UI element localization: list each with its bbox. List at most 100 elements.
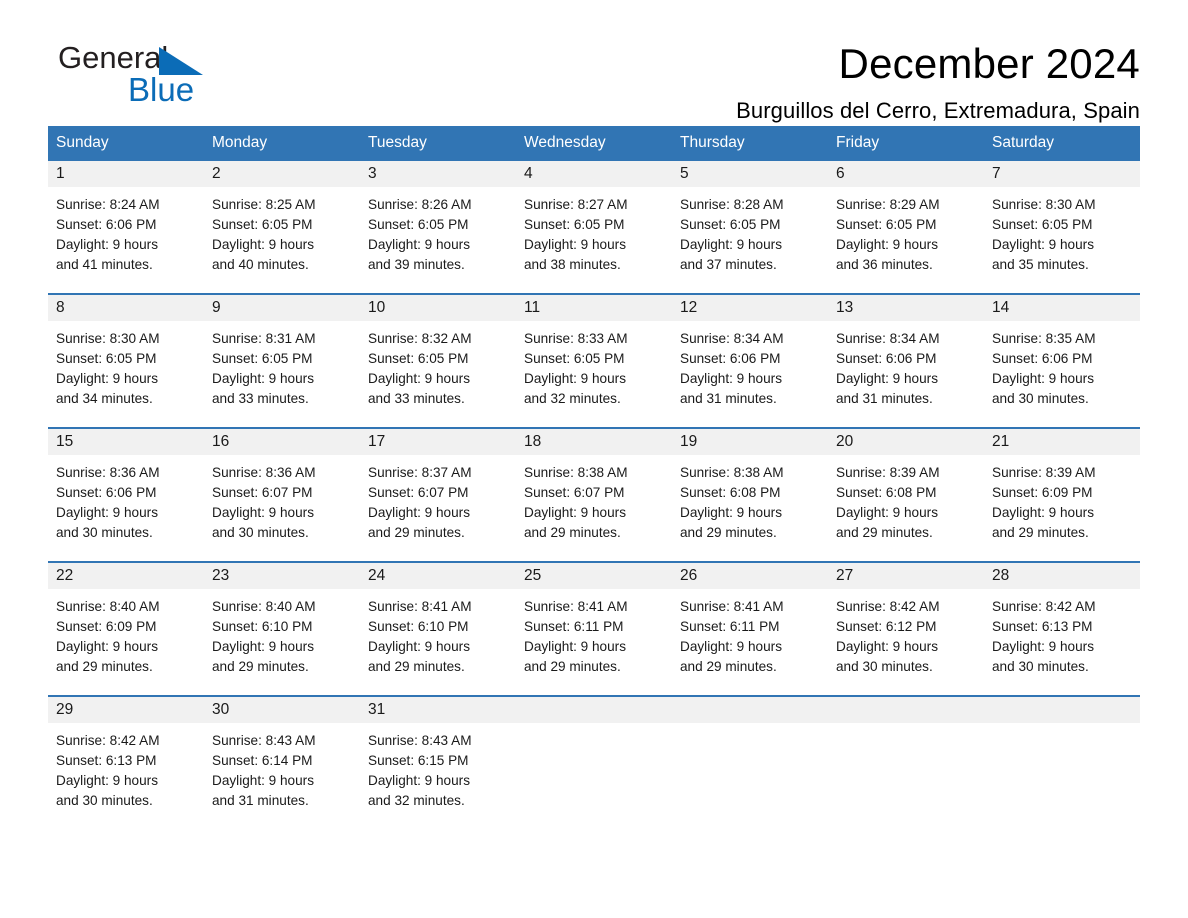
- sunrise-text: Sunrise: 8:33 AM: [524, 331, 628, 346]
- calendar-day-cell[interactable]: 4 Sunrise: 8:27 AM Sunset: 6:05 PM Daylight…: [516, 161, 672, 294]
- calendar-day-cell[interactable]: 9 Sunrise: 8:31 AM Sunset: 6:05 PM Daylight…: [204, 293, 360, 428]
- calendar-day-cell[interactable]: 24 Sunrise: 8:41 AM Sunset: 6:10 PM Dayligh…: [360, 561, 516, 696]
- sunrise-text: Sunrise: 8:24 AM: [56, 197, 160, 212]
- calendar-day-cell[interactable]: 3 Sunrise: 8:26 AM Sunset: 6:05 PM Daylight…: [360, 161, 516, 294]
- daylight-line1-text: Daylight: 9 hours: [368, 773, 471, 788]
- sunset-text: Sunset: 6:06 PM: [836, 351, 937, 366]
- calendar-day-cell[interactable]: 15 Sunrise: 8:36 AM Sunset: 6:06 PM Dayligh…: [48, 427, 204, 562]
- sunrise-text: Sunrise: 8:41 AM: [524, 599, 628, 614]
- calendar-day-cell[interactable]: 30 Sunrise: 8:43 AM Sunset: 6:14 PM Dayligh…: [204, 695, 360, 829]
- day-details: Sunrise: 8:29 AM Sunset: 6:05 PM Daylight:…: [828, 187, 984, 293]
- day-number: 1: [48, 161, 204, 187]
- calendar-day-cell[interactable]: 25 Sunrise: 8:41 AM Sunset: 6:11 PM Dayligh…: [516, 561, 672, 696]
- sunset-text: Sunset: 6:07 PM: [212, 485, 313, 500]
- day-details: Sunrise: 8:38 AM Sunset: 6:07 PM Daylight:…: [516, 455, 672, 561]
- sunrise-text: Sunrise: 8:42 AM: [992, 599, 1096, 614]
- general-blue-logo[interactable]: General Blue: [58, 42, 358, 118]
- day-number: 3: [360, 161, 516, 187]
- calendar-day-cell-empty: [516, 695, 672, 829]
- sunset-text: Sunset: 6:05 PM: [992, 217, 1093, 232]
- sunrise-text: Sunrise: 8:30 AM: [56, 331, 160, 346]
- calendar-day-cell[interactable]: 13 Sunrise: 8:34 AM Sunset: 6:06 PM Dayligh…: [828, 293, 984, 428]
- sunrise-text: Sunrise: 8:31 AM: [212, 331, 316, 346]
- calendar-day-cell[interactable]: 5 Sunrise: 8:28 AM Sunset: 6:05 PM Daylight…: [672, 161, 828, 294]
- calendar-day-cell[interactable]: 20 Sunrise: 8:39 AM Sunset: 6:08 PM Dayligh…: [828, 427, 984, 562]
- calendar-day-cell[interactable]: 21 Sunrise: 8:39 AM Sunset: 6:09 PM Dayligh…: [984, 427, 1140, 562]
- weekday-header-thursday: Thursday: [672, 126, 828, 161]
- calendar-day-cell[interactable]: 14 Sunrise: 8:35 AM Sunset: 6:06 PM Dayligh…: [984, 293, 1140, 428]
- calendar-body: 1 Sunrise: 8:24 AM Sunset: 6:06 PM Daylight…: [48, 161, 1140, 829]
- day-details: Sunrise: 8:39 AM Sunset: 6:08 PM Daylight:…: [828, 455, 984, 561]
- sunset-text: Sunset: 6:06 PM: [680, 351, 781, 366]
- calendar-day-cell[interactable]: 12 Sunrise: 8:34 AM Sunset: 6:06 PM Dayligh…: [672, 293, 828, 428]
- calendar-day-cell[interactable]: 10 Sunrise: 8:32 AM Sunset: 6:05 PM Dayligh…: [360, 293, 516, 428]
- weekday-header-row: Sunday Monday Tuesday Wednesday Thursday…: [48, 126, 1140, 161]
- calendar-day-cell[interactable]: 28 Sunrise: 8:42 AM Sunset: 6:13 PM Dayligh…: [984, 561, 1140, 696]
- daylight-line1-text: Daylight: 9 hours: [524, 237, 627, 252]
- calendar-day-cell[interactable]: 1 Sunrise: 8:24 AM Sunset: 6:06 PM Daylight…: [48, 161, 204, 294]
- daylight-line2-text: and 30 minutes.: [992, 391, 1089, 406]
- calendar-day-cell[interactable]: 22 Sunrise: 8:40 AM Sunset: 6:09 PM Dayligh…: [48, 561, 204, 696]
- logo-text-blue: Blue: [128, 71, 195, 108]
- sunset-text: Sunset: 6:05 PM: [368, 217, 469, 232]
- day-details: Sunrise: 8:38 AM Sunset: 6:08 PM Daylight:…: [672, 455, 828, 561]
- daylight-line1-text: Daylight: 9 hours: [212, 505, 315, 520]
- calendar-day-cell[interactable]: 16 Sunrise: 8:36 AM Sunset: 6:07 PM Dayligh…: [204, 427, 360, 562]
- day-details: Sunrise: 8:42 AM Sunset: 6:13 PM Daylight:…: [48, 723, 204, 829]
- calendar-day-cell[interactable]: 7 Sunrise: 8:30 AM Sunset: 6:05 PM Daylight…: [984, 161, 1140, 294]
- day-number: 19: [672, 429, 828, 455]
- calendar-day-cell[interactable]: 29 Sunrise: 8:42 AM Sunset: 6:13 PM Dayligh…: [48, 695, 204, 829]
- day-number: 6: [828, 161, 984, 187]
- sunrise-text: Sunrise: 8:29 AM: [836, 197, 940, 212]
- sunrise-text: Sunrise: 8:36 AM: [212, 465, 316, 480]
- sunrise-text: Sunrise: 8:27 AM: [524, 197, 628, 212]
- daylight-line1-text: Daylight: 9 hours: [680, 371, 783, 386]
- daylight-line1-text: Daylight: 9 hours: [56, 773, 159, 788]
- sunset-text: Sunset: 6:06 PM: [56, 485, 157, 500]
- day-details: Sunrise: 8:37 AM Sunset: 6:07 PM Daylight:…: [360, 455, 516, 561]
- daylight-line2-text: and 29 minutes.: [680, 525, 777, 540]
- sunset-text: Sunset: 6:05 PM: [368, 351, 469, 366]
- calendar-week-row: 1 Sunrise: 8:24 AM Sunset: 6:06 PM Daylight…: [48, 161, 1140, 294]
- calendar-day-cell[interactable]: 8 Sunrise: 8:30 AM Sunset: 6:05 PM Daylight…: [48, 293, 204, 428]
- day-number: 15: [48, 429, 204, 455]
- sunrise-text: Sunrise: 8:38 AM: [680, 465, 784, 480]
- sunrise-text: Sunrise: 8:32 AM: [368, 331, 472, 346]
- calendar-day-cell[interactable]: 2 Sunrise: 8:25 AM Sunset: 6:05 PM Daylight…: [204, 161, 360, 294]
- daylight-line1-text: Daylight: 9 hours: [836, 639, 939, 654]
- day-details: Sunrise: 8:41 AM Sunset: 6:11 PM Daylight:…: [516, 589, 672, 695]
- day-details: [828, 723, 984, 827]
- calendar-day-cell[interactable]: 23 Sunrise: 8:40 AM Sunset: 6:10 PM Dayligh…: [204, 561, 360, 696]
- calendar-day-cell[interactable]: 31 Sunrise: 8:43 AM Sunset: 6:15 PM Dayligh…: [360, 695, 516, 829]
- calendar-day-cell[interactable]: 19 Sunrise: 8:38 AM Sunset: 6:08 PM Dayligh…: [672, 427, 828, 562]
- day-details: Sunrise: 8:33 AM Sunset: 6:05 PM Daylight:…: [516, 321, 672, 427]
- day-number: 14: [984, 295, 1140, 321]
- calendar-day-cell[interactable]: 27 Sunrise: 8:42 AM Sunset: 6:12 PM Dayligh…: [828, 561, 984, 696]
- sunset-text: Sunset: 6:13 PM: [992, 619, 1093, 634]
- daylight-line2-text: and 29 minutes.: [56, 659, 153, 674]
- daylight-line2-text: and 32 minutes.: [368, 793, 465, 808]
- day-number: 10: [360, 295, 516, 321]
- calendar-day-cell[interactable]: 17 Sunrise: 8:37 AM Sunset: 6:07 PM Dayligh…: [360, 427, 516, 562]
- day-number: 5: [672, 161, 828, 187]
- day-number: 21: [984, 429, 1140, 455]
- calendar-day-cell[interactable]: 6 Sunrise: 8:29 AM Sunset: 6:05 PM Daylight…: [828, 161, 984, 294]
- page-header: General Blue December 2024 Burguillos de…: [48, 0, 1140, 123]
- calendar-week-row: 15 Sunrise: 8:36 AM Sunset: 6:06 PM Dayligh…: [48, 427, 1140, 562]
- sunrise-text: Sunrise: 8:30 AM: [992, 197, 1096, 212]
- daylight-line2-text: and 38 minutes.: [524, 257, 621, 272]
- sunrise-text: Sunrise: 8:35 AM: [992, 331, 1096, 346]
- daylight-line2-text: and 39 minutes.: [368, 257, 465, 272]
- day-details: Sunrise: 8:42 AM Sunset: 6:13 PM Daylight:…: [984, 589, 1140, 695]
- day-number: 17: [360, 429, 516, 455]
- day-details: [984, 723, 1140, 827]
- weekday-header-friday: Friday: [828, 126, 984, 161]
- sunrise-text: Sunrise: 8:38 AM: [524, 465, 628, 480]
- logo-text-general: General: [58, 40, 169, 75]
- calendar-day-cell[interactable]: 11 Sunrise: 8:33 AM Sunset: 6:05 PM Dayligh…: [516, 293, 672, 428]
- weekday-header-saturday: Saturday: [984, 126, 1140, 161]
- calendar-day-cell[interactable]: 18 Sunrise: 8:38 AM Sunset: 6:07 PM Dayligh…: [516, 427, 672, 562]
- calendar-day-cell[interactable]: 26 Sunrise: 8:41 AM Sunset: 6:11 PM Dayligh…: [672, 561, 828, 696]
- daylight-line1-text: Daylight: 9 hours: [836, 505, 939, 520]
- calendar-week-row: 29 Sunrise: 8:42 AM Sunset: 6:13 PM Dayligh…: [48, 695, 1140, 829]
